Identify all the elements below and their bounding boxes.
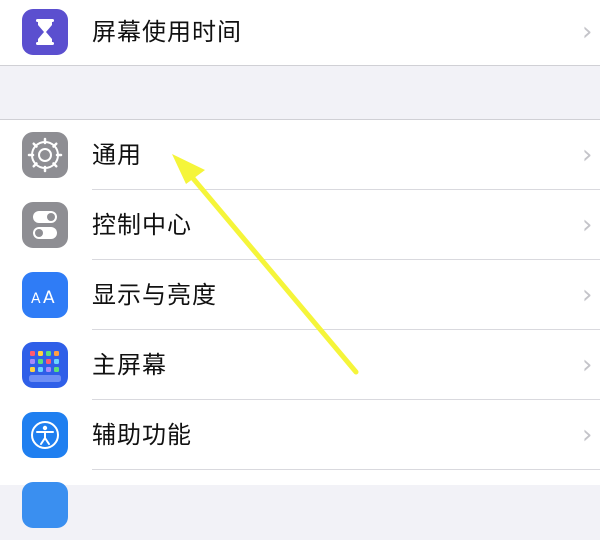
text-size-icon: A A [22,272,68,318]
settings-row-control-center[interactable]: 控制中心 › [0,190,600,260]
group-divider [0,65,600,66]
settings-row-label: 显示与亮度 [92,281,217,309]
chevron-right-icon: › [582,420,593,450]
settings-row-general[interactable]: 通用 › [0,120,600,190]
chevron-right-icon: › [582,140,593,170]
accessibility-icon [22,412,68,458]
chevron-right-icon: › [582,17,593,47]
settings-row-accessibility[interactable]: 辅助功能 › [0,400,600,470]
settings-row-display-brightness[interactable]: A A 显示与亮度 › [0,260,600,330]
settings-row-partial[interactable] [0,470,600,540]
chevron-right-icon: › [582,280,593,310]
settings-row-label: 控制中心 [92,211,192,239]
svg-text:A: A [43,288,55,308]
chevron-right-icon: › [582,210,593,240]
toggles-icon [22,202,68,248]
settings-row-label: 屏幕使用时间 [92,18,242,46]
hourglass-icon [22,9,68,55]
settings-row-screen-time[interactable]: 屏幕使用时间 › [0,0,600,67]
screen-time-group: 屏幕使用时间 › [0,0,600,65]
app-icon-partial [22,482,68,528]
svg-text:A: A [31,291,41,307]
settings-group: 通用 › 控制中心 › A A 显示与亮度 › 主屏幕 › 辅助功能 › [0,120,600,528]
settings-row-label: 通用 [92,141,142,169]
gear-icon [22,132,68,178]
app-grid-icon [22,342,68,388]
settings-row-label: 主屏幕 [92,351,167,379]
chevron-right-icon: › [582,350,593,380]
settings-row-label: 辅助功能 [92,421,192,449]
settings-row-home-screen[interactable]: 主屏幕 › [0,330,600,400]
